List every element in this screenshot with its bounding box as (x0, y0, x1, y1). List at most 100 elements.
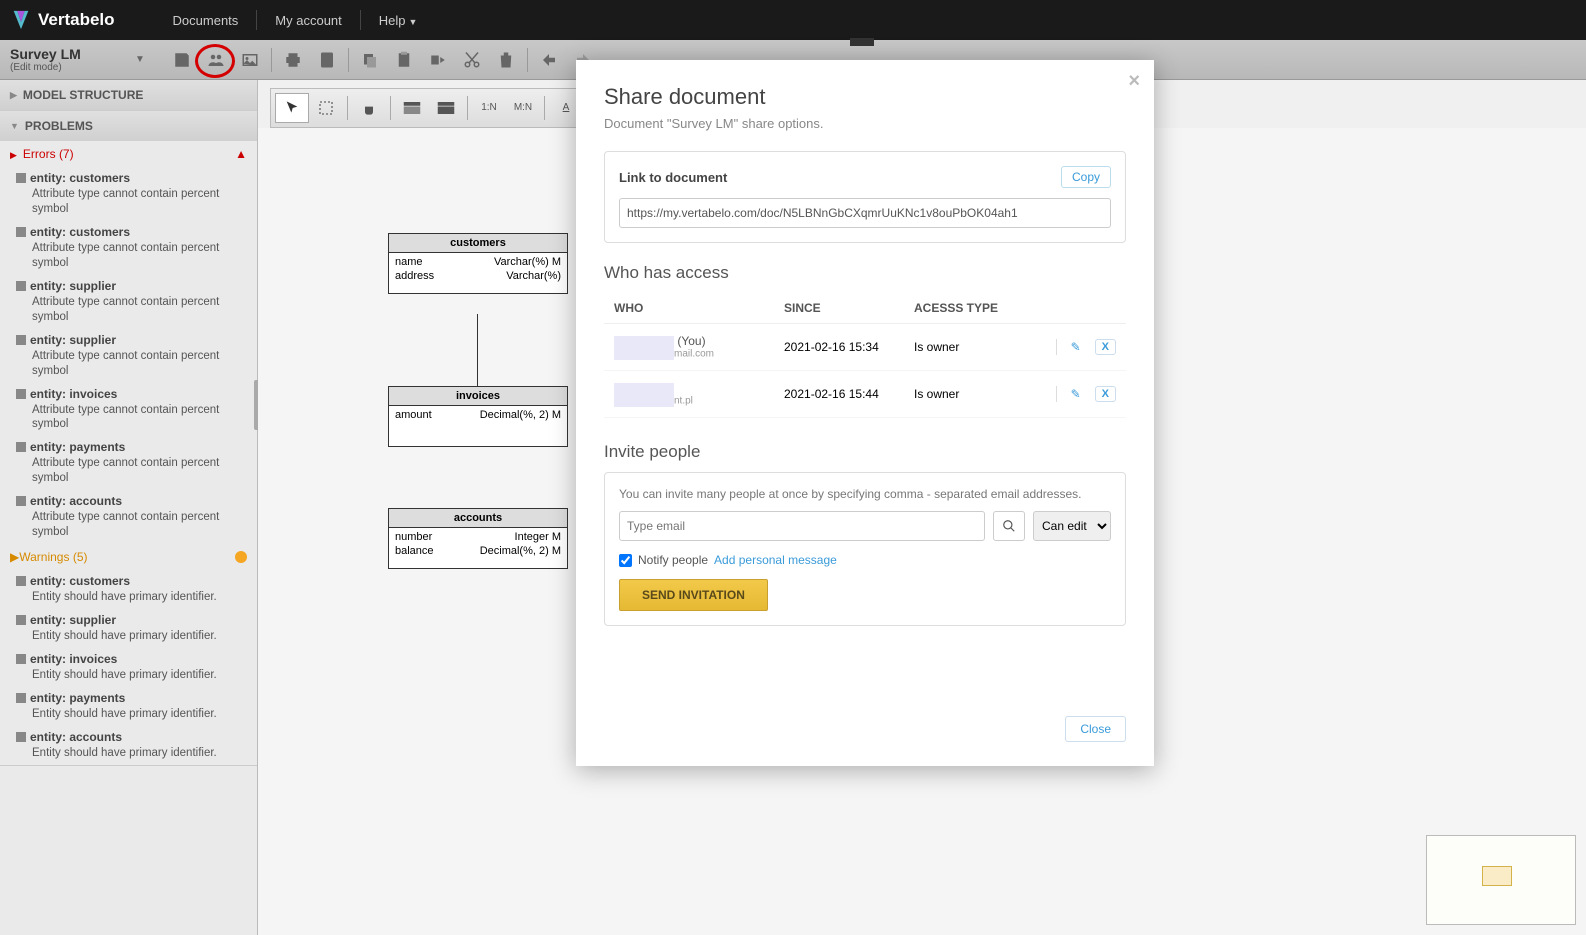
invite-heading: Invite people (604, 442, 1126, 462)
entity-icon (16, 281, 26, 291)
notify-label: Notify people (638, 553, 708, 567)
cut-button[interactable] (455, 45, 489, 75)
access-heading: Who has access (604, 263, 1126, 283)
entity-customers[interactable]: customers nameVarchar(%) M addressVarcha… (388, 233, 568, 294)
link-label: Link to document (619, 170, 727, 185)
warning-item[interactable]: entity: invoicesEntity should have prima… (0, 648, 257, 687)
left-panel: ▶MODEL STRUCTURE ▼PROBLEMS ▶Errors (7) ▲… (0, 80, 258, 935)
warning-item[interactable]: entity: supplierEntity should have prima… (0, 609, 257, 648)
invite-section: You can invite many people at once by sp… (604, 472, 1126, 626)
doc-export-button[interactable] (310, 45, 344, 75)
nav-documents[interactable]: Documents (155, 13, 257, 28)
relation-mn-tool[interactable]: M:N (506, 93, 540, 123)
nav-account[interactable]: My account (257, 13, 359, 28)
access-row: nt.pl 2021-02-16 15:44 Is owner ✎ X (604, 371, 1126, 418)
caret-right-icon: ▶ (10, 90, 17, 101)
entity-title: invoices (389, 387, 567, 406)
share-button[interactable] (199, 45, 233, 75)
nav-help[interactable]: Help▼ (361, 13, 436, 28)
error-icon: ▲ (235, 147, 247, 161)
minimap[interactable] (1426, 835, 1576, 925)
warning-item[interactable]: entity: customersEntity should have prim… (0, 570, 257, 609)
logo[interactable]: Vertabelo (10, 9, 115, 31)
close-icon[interactable]: × (1128, 70, 1140, 93)
entity-icon (16, 389, 26, 399)
permission-select[interactable]: Can edit (1033, 511, 1111, 541)
remove-access-button[interactable]: X (1095, 339, 1116, 355)
search-icon (1002, 519, 1016, 533)
top-nav: Vertabelo Documents My account Help▼ (0, 0, 1586, 40)
add-personal-message-link[interactable]: Add personal message (714, 553, 837, 567)
entity-icon (16, 173, 26, 183)
close-button[interactable]: Close (1065, 716, 1126, 742)
pan-tool[interactable] (352, 93, 386, 123)
send-invitation-button[interactable]: SEND INVITATION (619, 579, 768, 611)
brand-text: Vertabelo (38, 10, 115, 30)
access-row: (You) mail.com 2021-02-16 15:34 Is owner… (604, 324, 1126, 371)
relation-1n-tool[interactable]: 1:N (472, 93, 506, 123)
entity-icon (16, 496, 26, 506)
error-item[interactable]: entity: invoicesAttribute type cannot co… (0, 383, 257, 437)
entity-title: accounts (389, 509, 567, 528)
error-item[interactable]: entity: supplierAttribute type cannot co… (0, 329, 257, 383)
save-button[interactable] (165, 45, 199, 75)
error-item[interactable]: entity: supplierAttribute type cannot co… (0, 275, 257, 329)
link-section: Link to document Copy (604, 151, 1126, 243)
error-item[interactable]: entity: paymentsAttribute type cannot co… (0, 436, 257, 490)
caret-right-icon: ▶ (10, 550, 19, 564)
error-item[interactable]: entity: customersAttribute type cannot c… (0, 167, 257, 221)
link-input[interactable] (619, 198, 1111, 228)
caret-down-icon: ▼ (409, 17, 418, 27)
entity-icon (16, 442, 26, 452)
entity-tool-2[interactable] (429, 93, 463, 123)
invite-note: You can invite many people at once by sp… (619, 487, 1111, 501)
edit-icon[interactable]: ✎ (1071, 340, 1081, 354)
warning-item[interactable]: entity: paymentsEntity should have prima… (0, 687, 257, 726)
paste-button[interactable] (387, 45, 421, 75)
entity-invoices[interactable]: invoices amountDecimal(%, 2) M (388, 386, 568, 447)
entity-icon (16, 335, 26, 345)
caret-down-icon: ▼ (10, 121, 19, 131)
entity-accounts[interactable]: accounts numberInteger M balanceDecimal(… (388, 508, 568, 569)
duplicate-button[interactable] (421, 45, 455, 75)
undo-button[interactable] (532, 45, 566, 75)
problems-header[interactable]: ▼PROBLEMS (0, 111, 257, 141)
minimap-viewport[interactable] (1482, 866, 1512, 886)
entity-icon (16, 615, 26, 625)
share-modal: × Share document Document "Survey LM" sh… (576, 60, 1154, 766)
image-export-button[interactable] (233, 45, 267, 75)
edit-icon[interactable]: ✎ (1071, 387, 1081, 401)
select-tool[interactable] (275, 93, 309, 123)
errors-header[interactable]: ▶Errors (7) ▲ (0, 141, 257, 167)
search-button[interactable] (993, 511, 1025, 541)
email-input[interactable] (619, 511, 985, 541)
error-item[interactable]: entity: customersAttribute type cannot c… (0, 221, 257, 275)
warning-icon (235, 551, 247, 563)
collapse-tab[interactable] (850, 38, 874, 46)
modal-title: Share document (604, 84, 1126, 110)
error-item[interactable]: entity: accountsAttribute type cannot co… (0, 490, 257, 544)
entity-icon (16, 732, 26, 742)
model-structure-header[interactable]: ▶MODEL STRUCTURE (0, 80, 257, 110)
access-table: WHO SINCE ACESSS TYPE (You) mail.com 202… (604, 293, 1126, 418)
print-button[interactable] (276, 45, 310, 75)
col-who: WHO (614, 301, 784, 315)
copy-link-button[interactable]: Copy (1061, 166, 1111, 188)
marquee-tool[interactable] (309, 93, 343, 123)
remove-access-button[interactable]: X (1095, 386, 1116, 402)
copy-button[interactable] (353, 45, 387, 75)
entity-tool[interactable] (395, 93, 429, 123)
col-type: ACESSS TYPE (914, 301, 1004, 315)
entity-icon (16, 693, 26, 703)
entity-title: customers (389, 234, 567, 253)
warning-item[interactable]: entity: accountsEntity should have prima… (0, 726, 257, 765)
entity-icon (16, 227, 26, 237)
notify-checkbox[interactable] (619, 554, 632, 567)
relation-line[interactable] (477, 314, 478, 386)
logo-icon (10, 9, 32, 31)
delete-button[interactable] (489, 45, 523, 75)
col-since: SINCE (784, 301, 914, 315)
warnings-header[interactable]: ▶Warnings (5) (0, 544, 257, 570)
canvas-toolbar: 1:N M:N A (270, 88, 588, 128)
caret-down-icon[interactable]: ▼ (135, 54, 145, 65)
